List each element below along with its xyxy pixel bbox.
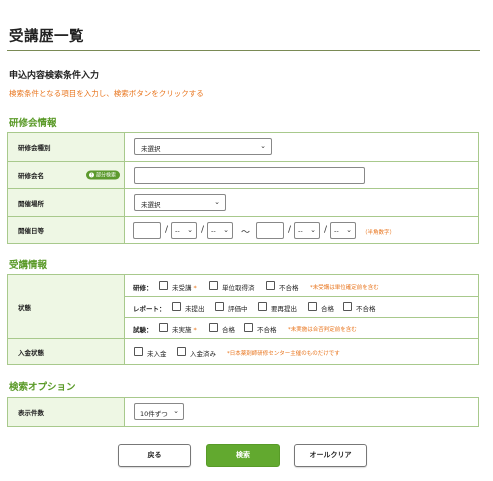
- location-label: 開催場所: [18, 199, 44, 208]
- paid-checkbox[interactable]: [177, 347, 186, 356]
- exam-passed-label: 合格: [222, 326, 235, 334]
- chevron-down-icon: ⌄: [346, 226, 352, 234]
- back-button[interactable]: 戻る: [118, 444, 191, 467]
- training-status-label: 研修：: [133, 284, 153, 292]
- report-evaluating-checkbox[interactable]: [215, 302, 224, 311]
- display-count-select[interactable]: 10件ずつ ⌄: [134, 403, 184, 420]
- search-info-icon: !: [89, 172, 94, 178]
- date-label: 開催日等: [18, 227, 44, 235]
- report-failed-label: 不合格: [356, 305, 376, 313]
- training-info-heading: 研修会情報: [9, 118, 57, 129]
- status-row: 状態 研修： 未受講 * 単位取得済 不合格 *未受講は単位確定前を含む レポート…: [8, 275, 478, 338]
- payment-note: *日本薬剤師研修センター主催のものだけです: [227, 351, 340, 357]
- location-row: 開催場所 未選択 ⌄: [8, 188, 478, 216]
- chevron-down-icon: ⌄: [187, 226, 193, 234]
- report-resubmit-label: 要再提出: [271, 305, 297, 313]
- chevron-down-icon: ⌄: [310, 226, 316, 234]
- report-failed-checkbox[interactable]: [343, 302, 352, 311]
- credit-acquired-label: 単位取得済: [222, 284, 255, 292]
- training-name-row: 研修会名 ! 部分検索: [8, 161, 478, 188]
- training-type-row: 研修会種別 未選択 ⌄: [8, 133, 478, 161]
- exam-status-note: *未実施は合否判定前を含む: [288, 327, 357, 333]
- not-attended-label: 未受講: [172, 284, 192, 292]
- chevron-down-icon: ⌄: [260, 142, 266, 150]
- exam-not-taken-checkbox[interactable]: [159, 323, 168, 332]
- clear-all-button[interactable]: オールクリア: [294, 444, 367, 467]
- search-options-heading: 検索オプション: [9, 382, 76, 393]
- training-failed-label: 不合格: [279, 284, 299, 292]
- credit-acquired-checkbox[interactable]: [209, 281, 218, 290]
- chevron-down-icon: ⌄: [214, 198, 220, 206]
- date-to-year-input[interactable]: [256, 222, 284, 239]
- report-passed-checkbox[interactable]: [308, 302, 317, 311]
- unpaid-label: 未入金: [147, 350, 167, 358]
- page-title: 受講歴一覧: [9, 29, 84, 45]
- not-attended-checkbox[interactable]: [159, 281, 168, 290]
- exam-passed-checkbox[interactable]: [209, 323, 218, 332]
- training-type-label: 研修会種別: [18, 144, 51, 152]
- report-status-label: レポート：: [133, 305, 166, 313]
- attendance-info-heading: 受講情報: [9, 260, 48, 271]
- date-format-note: （半角数字）: [362, 230, 396, 236]
- training-name-label: 研修会名: [18, 172, 44, 180]
- report-not-submitted-label: 未提出: [185, 305, 205, 313]
- report-resubmit-checkbox[interactable]: [258, 302, 267, 311]
- paid-label: 入金済み: [190, 350, 216, 358]
- title-divider: [7, 50, 480, 51]
- display-count-label: 表示件数: [18, 409, 44, 417]
- date-range-tilde: 〜: [241, 228, 251, 238]
- unpaid-checkbox[interactable]: [134, 347, 143, 356]
- exam-failed-checkbox[interactable]: [244, 323, 253, 332]
- attendance-info-table: 状態 研修： 未受講 * 単位取得済 不合格 *未受講は単位確定前を含む レポート…: [7, 274, 479, 365]
- training-info-table: 研修会種別 未選択 ⌄ 研修会名 ! 部分検索 開催場所 未選択 ⌄ 開催日等 …: [7, 132, 479, 244]
- report-not-submitted-checkbox[interactable]: [172, 302, 181, 311]
- payment-label: 入金状態: [18, 348, 44, 357]
- search-conditions-heading: 申込内容検索条件入力: [9, 71, 100, 81]
- training-type-select[interactable]: 未選択 ⌄: [134, 138, 272, 155]
- partial-search-badge: ! 部分検索: [86, 170, 121, 180]
- date-to-month-select[interactable]: -- ⌄: [294, 222, 320, 239]
- exam-failed-label: 不合格: [257, 326, 277, 334]
- chevron-down-icon: ⌄: [223, 226, 229, 234]
- date-to-day-select[interactable]: -- ⌄: [330, 222, 356, 239]
- report-evaluating-label: 評価中: [228, 305, 248, 313]
- training-failed-checkbox[interactable]: [266, 281, 275, 290]
- search-button[interactable]: 検索: [206, 444, 280, 467]
- training-name-input[interactable]: [134, 167, 365, 184]
- date-from-month-select[interactable]: -- ⌄: [171, 222, 197, 239]
- search-options-table: 表示件数 10件ずつ ⌄: [7, 397, 479, 427]
- date-from-year-input[interactable]: [133, 222, 161, 239]
- chevron-down-icon: ⌄: [173, 407, 179, 415]
- report-passed-label: 合格: [321, 305, 334, 313]
- display-count-row: 表示件数 10件ずつ ⌄: [8, 398, 478, 426]
- exam-status-label: 試験：: [133, 326, 153, 334]
- payment-row: 入金状態 未入金 入金済み *日本薬剤師研修センター主催のものだけです: [8, 338, 478, 364]
- instruction-text: 検索条件となる項目を入力し、検索ボタンをクリックする: [9, 89, 204, 98]
- date-row: 開催日等 / -- ⌄ / -- ⌄ 〜 / -- ⌄ / -- ⌄ （半角数字…: [8, 216, 478, 243]
- date-from-day-select[interactable]: -- ⌄: [207, 222, 233, 239]
- location-select[interactable]: 未選択 ⌄: [134, 194, 226, 211]
- status-label: 状態: [18, 303, 31, 312]
- training-status-note: *未受講は単位確定前を含む: [310, 285, 379, 291]
- exam-not-taken-label: 未実施: [172, 326, 192, 334]
